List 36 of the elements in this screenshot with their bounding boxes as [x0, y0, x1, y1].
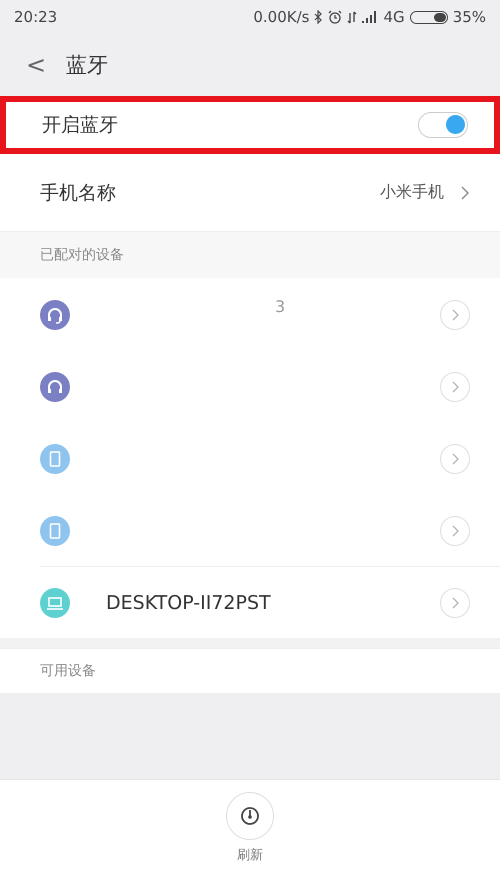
phone-name-value: 小米手机	[380, 182, 444, 203]
device-details-button[interactable]	[440, 516, 470, 546]
device-name: DESKTOP-II72PST	[106, 592, 271, 614]
device-details-button[interactable]	[440, 588, 470, 618]
battery-icon	[410, 10, 448, 24]
alarm-icon	[328, 10, 342, 24]
phone-icon	[40, 516, 70, 546]
signal-icon	[362, 11, 378, 23]
device-details-button[interactable]	[440, 444, 470, 474]
section-title: 已配对的设备	[40, 246, 124, 264]
battery-percent: 35%	[452, 8, 486, 26]
chevron-icon	[451, 596, 459, 608]
device-details-button[interactable]	[440, 372, 470, 402]
chevron-icon	[451, 524, 459, 536]
bluetooth-label: 开启蓝牙	[42, 113, 118, 138]
bluetooth-icon	[314, 10, 324, 24]
section-title: 可用设备	[40, 662, 96, 680]
chevron-icon	[451, 452, 459, 464]
clock-icon	[239, 804, 261, 826]
phone-name-label: 手机名称	[40, 180, 116, 206]
chevron-icon[interactable]	[460, 184, 470, 200]
laptop-icon	[40, 588, 70, 618]
headphones-icon	[40, 300, 70, 330]
page-title: 蓝牙	[66, 52, 108, 79]
phone-icon	[40, 444, 70, 474]
bluetooth-switch[interactable]	[418, 112, 468, 138]
headphones-icon	[40, 372, 70, 402]
chevron-icon	[451, 380, 459, 392]
device-details-button[interactable]	[440, 300, 470, 330]
clock: 20:23	[14, 8, 58, 26]
network-type: 4G	[383, 8, 405, 26]
network-speed: 0.00K/s	[253, 8, 310, 26]
data-arrows-icon	[347, 10, 358, 24]
back-button[interactable]: <	[20, 51, 52, 79]
chevron-icon	[451, 308, 459, 320]
device-name: 3	[275, 297, 286, 316]
